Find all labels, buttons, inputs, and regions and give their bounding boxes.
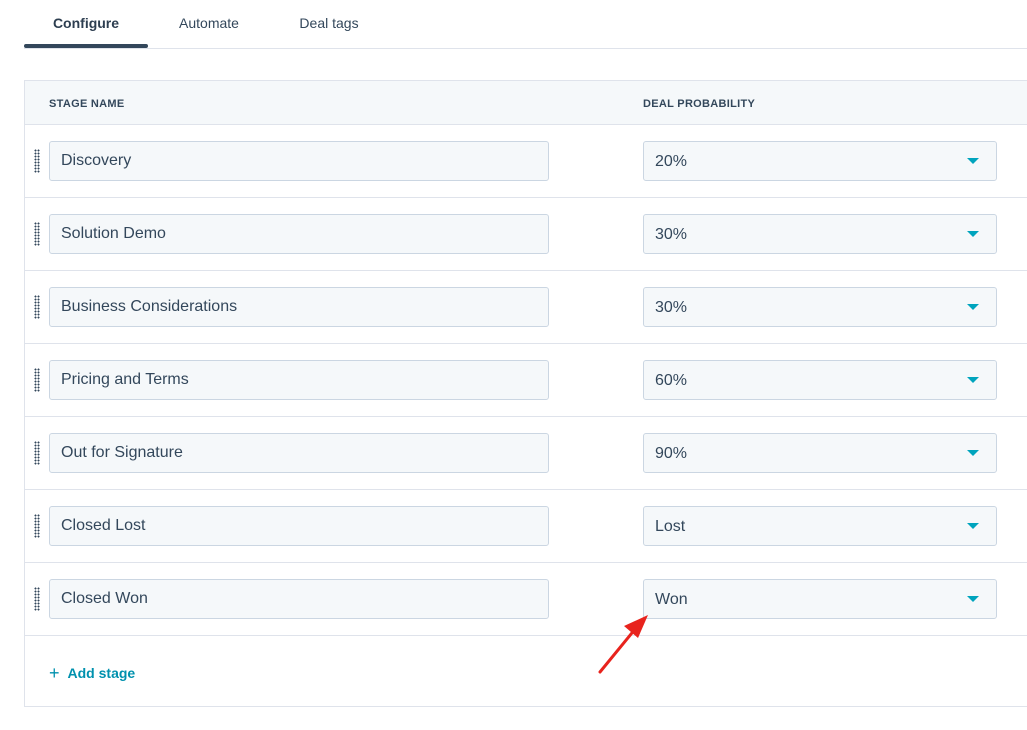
deal-probability-value: 60%: [655, 372, 688, 389]
table-row: 30%: [25, 271, 1027, 344]
add-stage-label: Add stage: [67, 665, 136, 681]
plus-icon: +: [49, 663, 60, 683]
pipeline-settings: Configure Automate Deal tags STAGE NAME …: [0, 0, 1027, 730]
stage-name-input[interactable]: [49, 433, 549, 473]
active-tab-indicator: [24, 44, 148, 48]
deal-probability-select[interactable]: 30%: [643, 287, 997, 327]
drag-handle-icon[interactable]: [34, 514, 40, 538]
table-header: STAGE NAME DEAL PROBABILITY: [25, 81, 1027, 125]
table-row: Won: [25, 563, 1027, 636]
deal-probability-value: Lost: [655, 518, 686, 535]
stage-name-input[interactable]: [49, 579, 549, 619]
table-row: 20%: [25, 125, 1027, 198]
deal-probability-select[interactable]: 60%: [643, 360, 997, 400]
deal-probability-select[interactable]: Won: [643, 579, 997, 619]
chevron-down-icon: [967, 450, 979, 456]
annotation-arrow-icon: [598, 615, 648, 674]
drag-handle-icon[interactable]: [34, 368, 40, 392]
table-row: 60%: [25, 344, 1027, 417]
deal-probability-value: 30%: [655, 226, 688, 243]
add-stage-button[interactable]: + Add stage: [49, 663, 135, 683]
drag-handle-icon[interactable]: [34, 441, 40, 465]
deal-probability-select[interactable]: 30%: [643, 214, 997, 254]
header-stage-name: STAGE NAME: [49, 98, 125, 110]
tab-configure[interactable]: Configure: [24, 0, 148, 48]
deal-probability-select[interactable]: 20%: [643, 141, 997, 181]
stage-name-input[interactable]: [49, 506, 549, 546]
stage-name-input[interactable]: [49, 214, 549, 254]
stages-table: STAGE NAME DEAL PROBABILITY 20% 30% 30%: [24, 80, 1027, 707]
chevron-down-icon: [967, 377, 979, 383]
chevron-down-icon: [967, 523, 979, 529]
chevron-down-icon: [967, 158, 979, 164]
deal-probability-value: 30%: [655, 299, 688, 316]
drag-handle-icon[interactable]: [34, 149, 40, 173]
deal-probability-select[interactable]: 90%: [643, 433, 997, 473]
deal-probability-value: 90%: [655, 445, 688, 462]
chevron-down-icon: [967, 231, 979, 237]
drag-handle-icon[interactable]: [34, 295, 40, 319]
deal-probability-select[interactable]: Lost: [643, 506, 997, 546]
drag-handle-icon[interactable]: [34, 222, 40, 246]
chevron-down-icon: [967, 304, 979, 310]
deal-probability-value: 20%: [655, 153, 688, 170]
chevron-down-icon: [967, 596, 979, 602]
header-deal-probability: DEAL PROBABILITY: [643, 98, 756, 110]
tab-deal-tags[interactable]: Deal tags: [286, 0, 372, 48]
stage-name-input[interactable]: [49, 287, 549, 327]
deal-probability-value: Won: [655, 591, 688, 608]
table-row: 30%: [25, 198, 1027, 271]
tab-automate[interactable]: Automate: [163, 0, 255, 48]
table-row: 90%: [25, 417, 1027, 490]
stage-name-input[interactable]: [49, 141, 549, 181]
tab-bar: Configure Automate Deal tags: [24, 0, 1027, 49]
drag-handle-icon[interactable]: [34, 587, 40, 611]
table-row: Lost: [25, 490, 1027, 563]
stage-name-input[interactable]: [49, 360, 549, 400]
